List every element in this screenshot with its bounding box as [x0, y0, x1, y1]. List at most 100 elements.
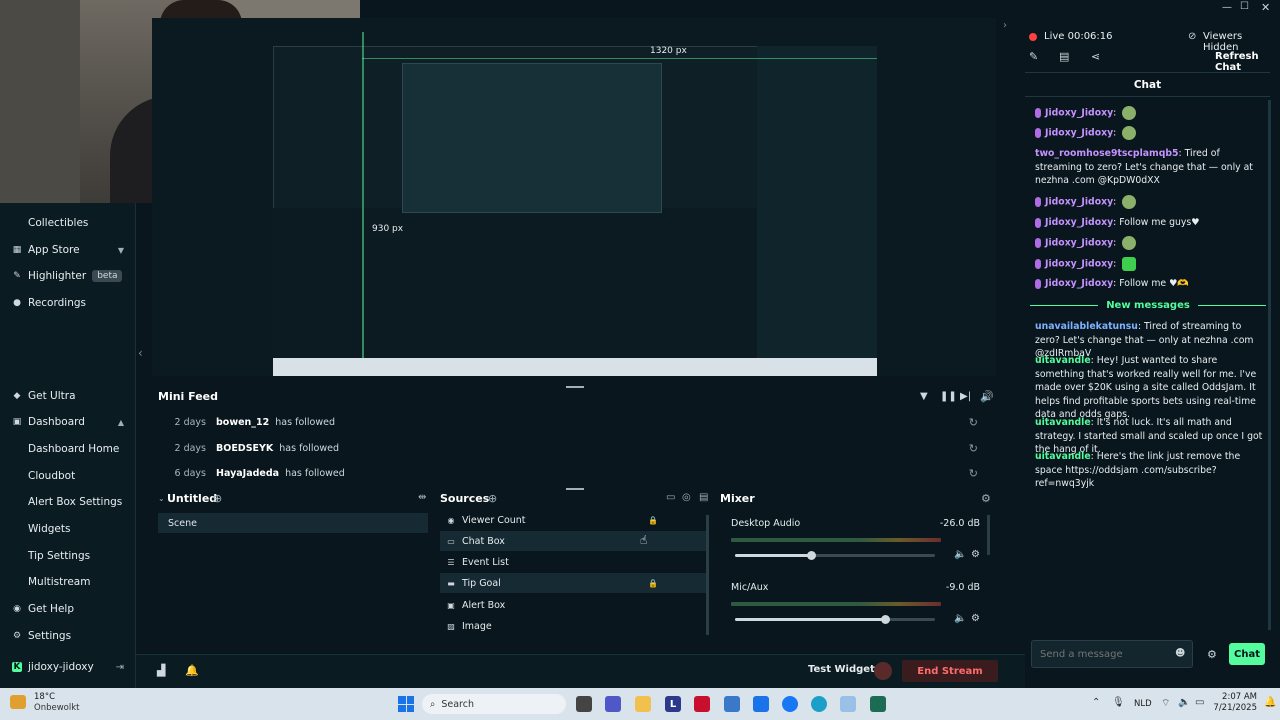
pause-icon[interactable]: ❚❚	[940, 391, 957, 402]
notification-bell-icon[interactable]: 🔔	[185, 664, 199, 677]
filter-icon[interactable]: ▼	[920, 391, 928, 402]
feed-user[interactable]: HayaJadeda	[216, 468, 279, 479]
channel-settings-icon[interactable]: ⚙	[971, 613, 980, 624]
resize-handle[interactable]	[566, 488, 584, 490]
chat-username[interactable]: Jidoxy_Jidoxy	[1045, 128, 1113, 139]
collapse-icon[interactable]: ⌄	[158, 494, 165, 503]
sources-scrollbar[interactable]	[706, 515, 709, 635]
chat-username[interactable]: Jidoxy_Jidoxy	[1045, 108, 1113, 119]
logout-icon[interactable]: ⇥	[116, 662, 124, 673]
source-item[interactable]: ▬ Tip Goal 🔒	[440, 573, 706, 593]
replay-icon[interactable]: ↻	[969, 467, 978, 480]
resize-handle[interactable]	[566, 386, 584, 388]
sidebar-item-tip-settings[interactable]: Tip Settings	[0, 545, 136, 567]
chat-username[interactable]: uitavandle	[1035, 355, 1091, 366]
app-icon[interactable]	[724, 696, 740, 712]
source-item[interactable]: ▣ Alert Box	[440, 595, 706, 615]
end-stream-button[interactable]: End Stream	[902, 660, 998, 682]
sidebar-item-multistream[interactable]: Multistream	[0, 571, 136, 593]
folder-add-icon[interactable]: ▤	[699, 492, 708, 503]
add-scene-icon[interactable]: ⊕	[213, 492, 222, 505]
sidebar-user[interactable]: K jidoxy-jidoxy ⇥	[0, 656, 136, 678]
edge-icon[interactable]	[811, 696, 827, 712]
chat-username[interactable]: unavailablekatunsu	[1035, 321, 1138, 332]
chat-settings-icon[interactable]: ⚙	[1207, 648, 1217, 661]
source-item[interactable]: ☰ Event List	[440, 552, 706, 572]
chat-scrollbar[interactable]	[1268, 100, 1271, 630]
kick-app-icon[interactable]	[870, 696, 886, 712]
test-widgets-button[interactable]: Test Widgets	[808, 664, 881, 675]
sidebar-item-get-help[interactable]: ◉ Get Help	[0, 598, 136, 620]
emoji-icon[interactable]: ☻	[1175, 648, 1185, 659]
mixer-scrollbar[interactable]	[987, 515, 990, 555]
language-indicator[interactable]: NLD	[1134, 699, 1152, 709]
minimize-icon[interactable]: —	[1222, 2, 1232, 13]
chat-input[interactable]	[1040, 646, 1170, 662]
refresh-chat-button[interactable]: Refresh Chat	[1215, 51, 1280, 73]
volume-icon[interactable]: 🔊	[980, 390, 994, 403]
slider-knob[interactable]	[807, 551, 816, 560]
clip-icon[interactable]: ▤	[1059, 50, 1069, 63]
chat-username[interactable]: uitavandle	[1035, 451, 1091, 462]
teams-icon[interactable]	[605, 696, 621, 712]
chat-username[interactable]: Jidoxy_Jidoxy	[1045, 197, 1113, 208]
taskbar-search[interactable]: ⌕ Search	[422, 694, 566, 714]
sidebar-item-cloudbot[interactable]: Cloudbot	[0, 465, 136, 487]
mcafee-icon[interactable]	[694, 696, 710, 712]
clock-time[interactable]: 2:07 AM	[1217, 692, 1257, 702]
replay-icon[interactable]: ↻	[969, 416, 978, 429]
maximize-icon[interactable]: ☐	[1240, 1, 1249, 12]
filter-sources-icon[interactable]: ◎	[682, 492, 691, 503]
sidebar-item-dashboard[interactable]: ▣ Dashboard ▲	[0, 411, 136, 433]
scene-item[interactable]: Scene	[158, 513, 428, 533]
sidebar-item-widgets[interactable]: Widgets	[0, 518, 136, 540]
folder-icon[interactable]: ▭	[666, 492, 675, 503]
sidebar-item-recordings[interactable]: ● Recordings	[0, 292, 136, 314]
replay-icon[interactable]: ↻	[969, 442, 978, 455]
chat-username[interactable]: Jidoxy_Jidoxy	[1045, 278, 1113, 289]
feed-user[interactable]: BOEDSEYK	[216, 443, 273, 454]
slider-knob[interactable]	[881, 615, 890, 624]
wifi-icon[interactable]: ⌔	[1161, 697, 1170, 710]
close-icon[interactable]: ✕	[1261, 1, 1270, 14]
lock-icon[interactable]: 🔒	[648, 516, 658, 525]
task-view-icon[interactable]	[576, 696, 592, 712]
speaker-tray-icon[interactable]: 🔈	[1178, 697, 1190, 708]
microphone-icon[interactable]: 🎙	[1112, 697, 1125, 708]
file-explorer-icon[interactable]	[635, 696, 651, 712]
chat-username[interactable]: Jidoxy_Jidoxy	[1045, 217, 1113, 228]
sidebar-item-highlighter[interactable]: ✎ Highlighter beta	[0, 265, 136, 287]
feed-user[interactable]: bowen_12	[216, 417, 269, 428]
volume-slider[interactable]	[735, 551, 935, 560]
speaker-icon[interactable]: 🔈	[954, 613, 966, 624]
collapse-chevron-icon[interactable]: ‹	[138, 346, 143, 360]
sidebar-item-alert-box-settings[interactable]: Alert Box Settings	[0, 491, 136, 513]
battery-icon[interactable]: ▭	[1195, 697, 1204, 708]
sidebar-item-dashboard-home[interactable]: Dashboard Home	[0, 438, 136, 460]
sidebar-item-settings[interactable]: ⚙ Settings	[0, 625, 136, 647]
windows-start-icon[interactable]	[398, 696, 414, 712]
share-icon[interactable]: ⋖	[1091, 50, 1100, 63]
sidebar-item-get-ultra[interactable]: ◆ Get Ultra	[0, 385, 136, 407]
lock-icon[interactable]: 🔒	[648, 579, 658, 588]
tray-chevron-icon[interactable]: ⌃	[1092, 697, 1100, 708]
chat-username[interactable]: uitavandle	[1035, 417, 1091, 428]
source-item[interactable]: ◉ Viewer Count 🔒	[440, 510, 706, 530]
app-l-icon[interactable]: L	[665, 696, 681, 712]
source-item[interactable]: ▨ Image	[440, 616, 706, 636]
check-app-icon[interactable]	[753, 696, 769, 712]
sidebar-item-app-store[interactable]: ▦ App Store ▼	[0, 239, 136, 261]
mixer-settings-icon[interactable]: ⚙	[981, 492, 991, 505]
clock-date[interactable]: 7/21/2025	[1213, 703, 1257, 713]
chat-username[interactable]: Jidoxy_Jidoxy	[1045, 238, 1113, 249]
expand-chevron-icon[interactable]: ›	[1003, 20, 1007, 31]
chat-username[interactable]: Jidoxy_Jidoxy	[1045, 259, 1113, 270]
send-chat-button[interactable]: Chat	[1229, 643, 1265, 665]
volume-slider[interactable]	[735, 615, 935, 624]
facebook-icon[interactable]	[782, 696, 798, 712]
channel-settings-icon[interactable]: ⚙	[971, 549, 980, 560]
streamlabs-icon[interactable]	[840, 696, 856, 712]
split-icon[interactable]: ⇹	[418, 492, 426, 503]
source-item[interactable]: ▭ Chat Box	[440, 531, 706, 551]
skip-icon[interactable]: ▶|	[960, 391, 971, 402]
